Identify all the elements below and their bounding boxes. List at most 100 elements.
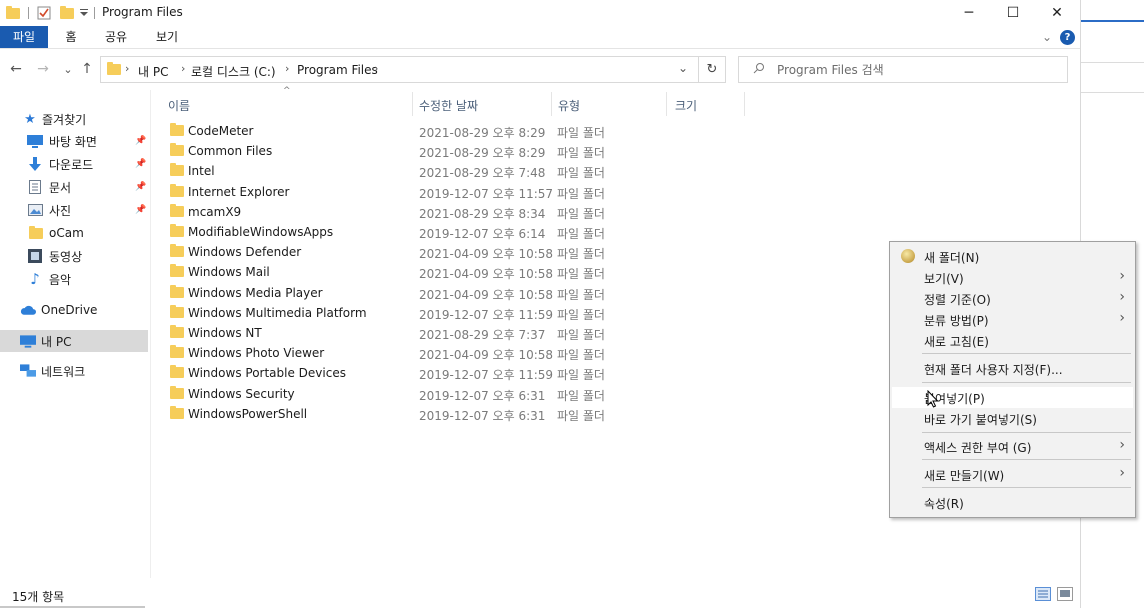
nav-item-network[interactable]: 네트워크 [0,360,148,382]
context-menu: 새 폴더(N) 보기(V) › 정렬 기준(O) › 분류 방법(P) › 새로… [889,241,1136,518]
file-date: 2019-12-07 오후 11:59 [419,368,554,383]
file-type: 파일 폴더 [557,166,605,181]
nav-label: OneDrive [41,303,98,317]
column-divider[interactable] [666,92,667,116]
search-box[interactable] [738,56,1068,83]
chevron-right-icon[interactable]: › [125,62,129,75]
file-row[interactable]: CodeMeter 2021-08-29 오후 8:29 파일 폴더 [165,121,645,141]
large-icons-view-button[interactable] [1057,587,1073,601]
file-row[interactable]: WindowsPowerShell 2019-12-07 오후 6:31 파일 폴더 [165,404,645,424]
column-divider[interactable] [744,92,745,116]
file-name: Windows Multimedia Platform [188,305,367,320]
properties-quick-icon[interactable] [37,4,51,22]
menu-item-sort-by[interactable]: 정렬 기준(O) › [892,288,1133,309]
chevron-right-icon: › [1119,268,1125,284]
navigation-pane: ★ 즐겨찾기 바탕 화면 📌 다운로드 📌 문서 📌 사진 📌 oCam 동영상… [0,90,151,578]
nav-item-onedrive[interactable]: OneDrive [0,299,148,321]
file-row[interactable]: Internet Explorer 2019-12-07 오후 11:57 파일 폴… [165,182,645,202]
menu-item-customize-folder[interactable]: 현재 폴더 사용자 지정(F)... [892,358,1133,379]
nav-item-documents[interactable]: 문서 📌 [0,176,148,198]
folder-icon [170,405,184,422]
customize-quick-access-icon[interactable] [80,4,88,22]
file-row[interactable]: Windows Mail 2021-04-09 오후 10:58 파일 폴더 [165,262,645,282]
up-button[interactable]: ↑ [78,58,96,80]
breadcrumb-this-pc[interactable]: 내 PC [138,63,168,80]
menu-item-group-by[interactable]: 분류 방법(P) › [892,309,1133,330]
nav-quick-access[interactable]: ★ 즐겨찾기 [0,108,148,130]
videos-icon [27,249,43,263]
nav-item-desktop[interactable]: 바탕 화면 📌 [0,130,148,152]
file-type: 파일 폴더 [557,368,605,383]
tab-home[interactable]: 홈 [58,26,84,48]
tab-share[interactable]: 공유 [100,26,132,48]
menu-item-new-folder[interactable]: 새 폴더(N) [892,246,1133,267]
chevron-right-icon[interactable]: › [181,62,185,75]
details-view-button[interactable] [1035,587,1051,601]
file-row[interactable]: Windows Portable Devices 2019-12-07 오후 11… [165,363,645,383]
address-dropdown-icon[interactable]: ⌄ [678,61,688,75]
menu-item-paste-shortcut[interactable]: 바로 가기 붙여넣기(S) [892,408,1133,429]
folder-icon [170,183,184,200]
folder-icon [6,4,20,22]
file-row[interactable]: Windows Multimedia Platform 2019-12-07 오후… [165,303,645,323]
nav-item-music[interactable]: ♪ 음악 [0,268,148,290]
column-header-date[interactable]: 수정한 날짜 [419,92,547,116]
file-row[interactable]: Windows Security 2019-12-07 오후 6:31 파일 폴더 [165,384,645,404]
column-header-type[interactable]: 유형 [558,92,662,116]
recent-locations-button[interactable]: ⌄ [59,58,77,80]
file-row[interactable]: Windows Media Player 2021-04-09 오후 10:58 파… [165,283,645,303]
menu-item-refresh[interactable]: 새로 고침(E) [892,330,1133,351]
file-row[interactable]: Intel 2021-08-29 오후 7:48 파일 폴더 [165,161,645,181]
refresh-button[interactable]: ↻ [699,56,726,83]
file-row[interactable]: ModifiableWindowsApps 2019-12-07 오후 6:14 파… [165,222,645,242]
nav-item-downloads[interactable]: 다운로드 📌 [0,153,148,175]
column-header-name[interactable]: 이름 [168,92,408,116]
nav-item-pictures[interactable]: 사진 📌 [0,199,148,221]
file-row[interactable]: Windows Photo Viewer 2021-04-09 오후 10:58 파… [165,343,645,363]
nav-item-this-pc[interactable]: 내 PC [0,330,148,352]
expand-ribbon-icon[interactable]: ⌄ [1040,26,1054,48]
address-bar[interactable]: › 내 PC › 로컬 디스크 (C:) › Program Files › ⌄ [100,56,699,83]
nav-item-videos[interactable]: 동영상 [0,245,148,267]
search-input[interactable] [777,61,1057,78]
file-type: 파일 폴더 [557,287,605,302]
background-window-divider [1081,62,1144,63]
nav-item-ocam[interactable]: oCam [0,222,148,244]
file-row[interactable]: mcamX9 2021-08-29 오후 8:34 파일 폴더 [165,202,645,222]
maximize-button[interactable]: ☐ [990,0,1036,26]
close-button[interactable]: ✕ [1034,0,1080,26]
item-count: 15개 항목 [12,590,65,604]
star-icon: ★ [24,111,36,127]
column-header-size[interactable]: 크기 [675,92,741,116]
column-divider[interactable] [551,92,552,116]
file-name: Intel [188,164,215,179]
back-button[interactable]: ← [7,58,25,80]
tab-view[interactable]: 보기 [152,26,182,48]
menu-item-view[interactable]: 보기(V) › [892,267,1133,288]
file-date: 2019-12-07 오후 6:31 [419,408,546,423]
breadcrumb-local-disk[interactable]: 로컬 디스크 (C:) [191,63,276,80]
file-name: Windows NT [188,326,262,340]
title-bar: Program Files ─ ☐ ✕ [0,0,1080,26]
search-icon [753,62,765,77]
breadcrumb-program-files[interactable]: Program Files [297,63,378,77]
chevron-right-icon[interactable]: › [374,62,378,75]
chevron-right-icon[interactable]: › [285,62,289,75]
file-name: Common Files [188,144,273,159]
minimize-button[interactable]: ─ [946,0,992,26]
menu-item-give-access[interactable]: 액세스 권한 부여 (G) › [892,436,1133,457]
file-row[interactable]: Common Files 2021-08-29 오후 8:29 파일 폴더 [165,141,645,161]
file-row[interactable]: Windows NT 2021-08-29 오후 7:37 파일 폴더 [165,323,645,343]
menu-item-properties[interactable]: 속성(R) [892,492,1133,513]
forward-button[interactable]: → [34,58,52,80]
column-divider[interactable] [412,92,413,116]
new-folder-quick-icon[interactable] [60,4,74,22]
tab-file[interactable]: 파일 [0,26,48,48]
file-type: 파일 폴더 [557,206,605,221]
file-date: 2021-04-09 오후 10:58 [419,247,554,262]
folder-icon [170,385,184,402]
nav-label: 네트워크 [41,364,86,379]
menu-item-new[interactable]: 새로 만들기(W) › [892,464,1133,485]
help-icon[interactable]: ? [1060,30,1075,45]
file-row[interactable]: Windows Defender 2021-04-09 오후 10:58 파일 폴더 [165,242,645,262]
